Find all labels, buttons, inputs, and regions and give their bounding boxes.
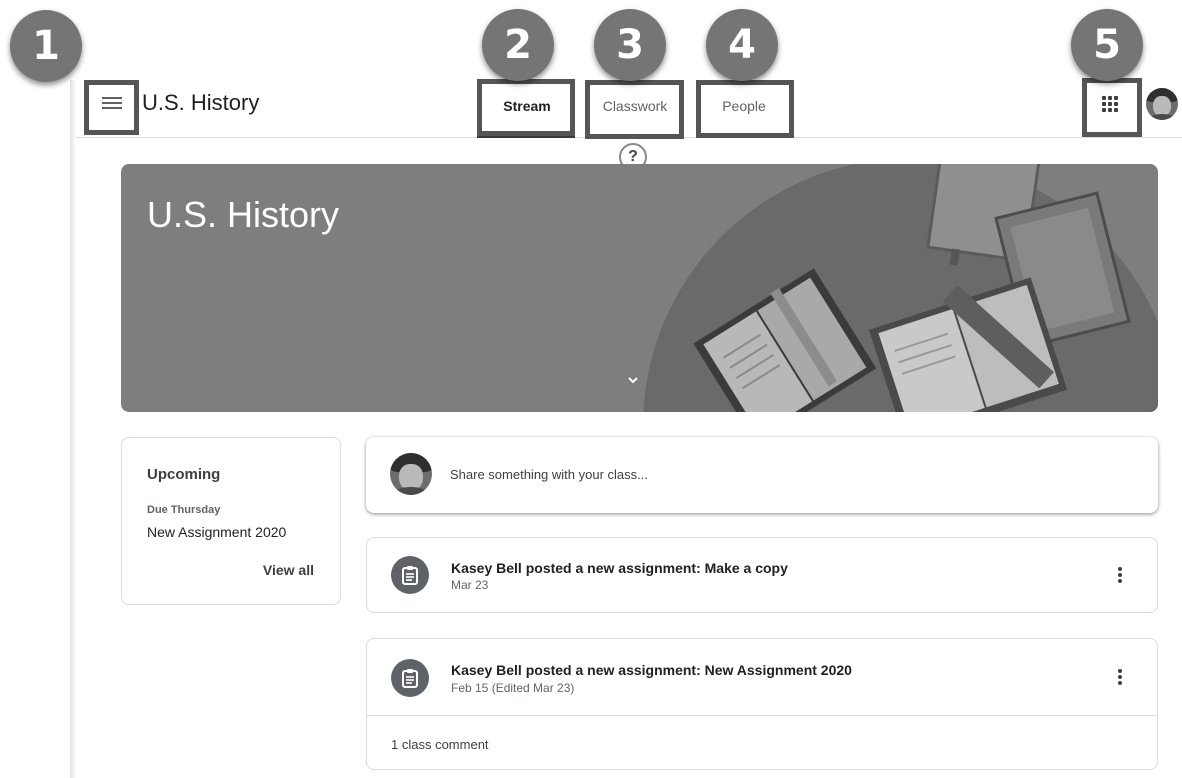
highlight-box-apps: [1082, 78, 1142, 137]
share-with-class-box[interactable]: Share something with your class...: [366, 437, 1158, 513]
callout-badge-1: 1: [10, 10, 82, 82]
highlight-box-stream: [477, 79, 575, 136]
view-all-link[interactable]: View all: [263, 562, 314, 578]
highlight-box-classwork: [585, 80, 684, 139]
more-options-icon[interactable]: [1117, 565, 1123, 585]
post-date: Feb 15 (Edited Mar 23): [451, 681, 575, 695]
post-title[interactable]: Kasey Bell posted a new assignment: Make…: [451, 560, 788, 576]
course-title[interactable]: U.S. History: [142, 90, 259, 116]
post-title[interactable]: Kasey Bell posted a new assignment: New …: [451, 662, 852, 678]
highlight-box-menu: [84, 80, 139, 135]
assignment-icon: [391, 556, 429, 594]
post-date: Mar 23: [451, 578, 489, 592]
post-divider: [367, 715, 1157, 716]
chevron-down-icon[interactable]: [627, 374, 639, 386]
upcoming-card: Upcoming Due Thursday New Assignment 202…: [121, 437, 341, 605]
upcoming-title: Upcoming: [147, 466, 221, 483]
account-avatar[interactable]: [1146, 88, 1178, 120]
user-avatar: [390, 453, 432, 495]
share-placeholder[interactable]: Share something with your class...: [450, 467, 648, 482]
callout-badge-4: 4: [706, 9, 778, 81]
more-options-icon[interactable]: [1117, 667, 1123, 687]
upcoming-due-label: Due Thursday: [147, 504, 221, 516]
assignment-icon: [391, 659, 429, 697]
callout-badge-3: 3: [594, 9, 666, 81]
page-edge-shadow: [70, 80, 76, 778]
callout-badge-2: 2: [482, 9, 554, 81]
highlight-box-people: [696, 80, 794, 138]
callout-badge-5: 5: [1071, 9, 1143, 81]
stream-post[interactable]: Kasey Bell posted a new assignment: New …: [366, 638, 1158, 770]
class-comments-link[interactable]: 1 class comment: [391, 737, 489, 752]
banner-title: U.S. History: [147, 194, 340, 235]
stream-post[interactable]: Kasey Bell posted a new assignment: Make…: [366, 537, 1158, 613]
upcoming-assignment-link[interactable]: New Assignment 2020: [147, 524, 286, 540]
class-banner: U.S. History: [121, 164, 1158, 412]
